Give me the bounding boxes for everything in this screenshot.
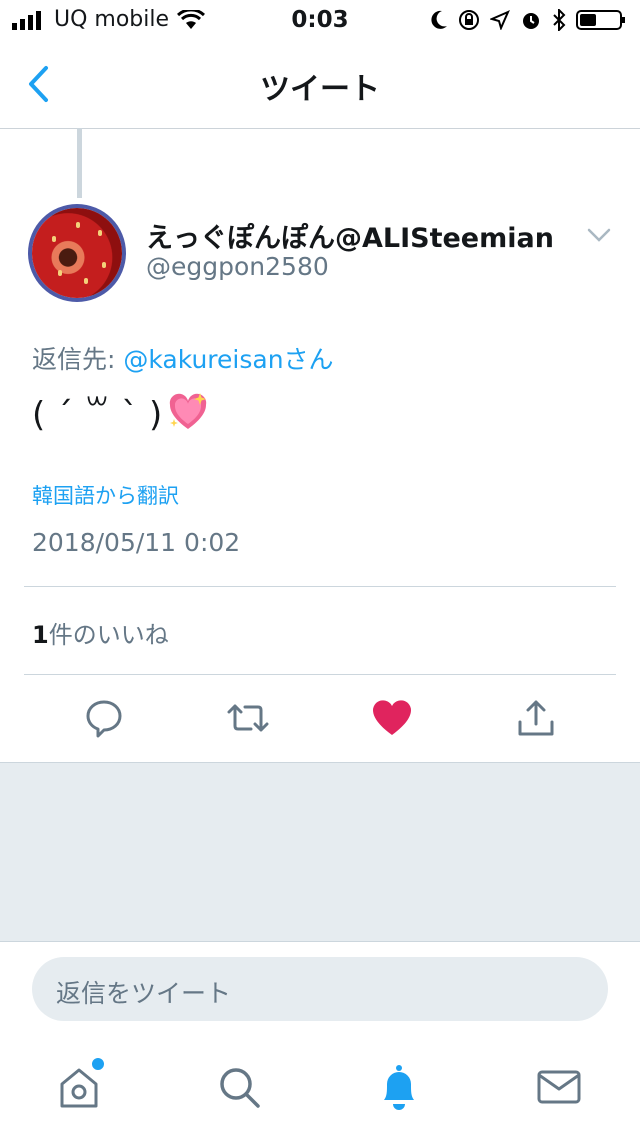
like-count: 1 [32,621,49,649]
alarm-icon [523,13,539,29]
notifications-bell-icon[interactable] [374,1062,424,1112]
tweet-timestamp: 2018/05/11 0:02 [32,528,241,557]
reply-mention-link[interactable]: @kakureisanさん [123,345,333,374]
share-button[interactable] [512,694,560,742]
thread-connector-line [77,128,82,198]
divider [24,586,616,587]
reply-icon [86,700,122,738]
page-title: ツイート [260,72,380,107]
divider [24,674,616,675]
reply-to-label: 返信先: [32,345,116,374]
sparkling-heart-icon [170,392,207,429]
empty-replies-area [0,762,640,942]
bluetooth-icon [553,9,566,31]
likes-count-row[interactable]: 1件のいいね [32,615,169,650]
messages-icon[interactable] [534,1062,584,1112]
moon-icon [431,10,447,29]
like-button[interactable] [368,694,416,742]
like-heart-icon [373,700,411,735]
display-name[interactable]: えっぐぽんぽん@ALISteemian [146,216,554,255]
rotation-lock-icon [459,10,479,30]
reply-to-line: 返信先: @kakureisanさん [32,340,334,376]
home-notification-dot [90,1056,106,1072]
retweet-button[interactable] [224,694,272,742]
reply-button[interactable] [80,694,128,742]
tweet-text-content: ( ´ ꒳ ` ) [32,395,163,435]
location-arrow-icon [490,10,510,30]
tweet-text: ( ´ ꒳ ` ) [32,390,210,435]
share-icon [518,700,554,736]
chevron-down-icon[interactable] [586,226,612,244]
like-label: 件のいいね [48,621,169,649]
battery-icon [576,10,625,30]
search-icon[interactable] [214,1062,264,1112]
user-handle[interactable]: @eggpon2580 [146,252,329,281]
avatar[interactable] [32,208,122,298]
translate-link[interactable]: 韓国語から翻訳 [32,480,179,510]
retweet-icon [227,704,269,732]
nav-bar: ツイート [0,40,640,129]
reply-placeholder: 返信をツイート [56,979,232,1008]
reply-input[interactable]: 返信をツイート [32,957,608,1021]
status-bar: UQ mobile 0:03 [0,0,640,40]
